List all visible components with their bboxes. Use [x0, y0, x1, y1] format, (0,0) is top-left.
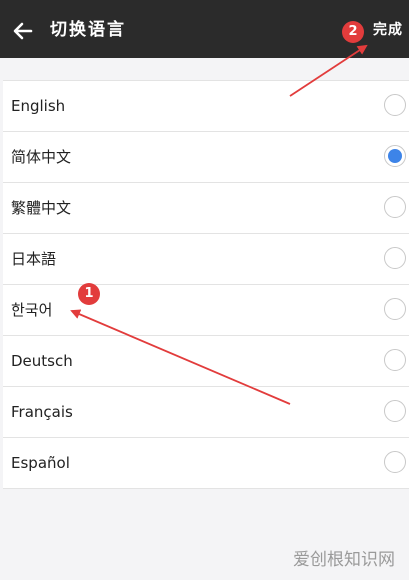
language-label: English [11, 97, 66, 115]
language-label: 한국어 [11, 301, 53, 319]
language-option-french[interactable]: Français [3, 387, 409, 438]
language-label: Français [11, 403, 73, 421]
language-label: 简体中文 [11, 148, 72, 166]
language-label: Deutsch [11, 352, 73, 370]
radio-button[interactable] [384, 247, 406, 269]
annotation-badge-1: 1 [78, 283, 100, 305]
radio-button[interactable] [384, 196, 406, 218]
language-label: Español [11, 454, 70, 472]
radio-button[interactable] [384, 451, 406, 473]
top-spacer [0, 58, 409, 80]
language-label: 繁體中文 [11, 199, 72, 217]
watermark: 爱创根知识网 [293, 550, 395, 570]
language-list: English 简体中文 繁體中文 日本語 한국어 Deutsch França… [3, 80, 409, 489]
radio-button[interactable] [384, 94, 406, 116]
language-option-german[interactable]: Deutsch [3, 336, 409, 387]
back-button[interactable] [8, 16, 38, 46]
page-title: 切换语言 [50, 20, 126, 40]
radio-button[interactable] [384, 400, 406, 422]
language-option-traditional-chinese[interactable]: 繁體中文 [3, 183, 409, 234]
arrow-left-icon [13, 22, 33, 40]
done-button[interactable]: 完成 [373, 19, 403, 41]
language-option-japanese[interactable]: 日本語 [3, 234, 409, 285]
radio-button[interactable] [384, 349, 406, 371]
language-label: 日本語 [11, 250, 57, 268]
radio-button[interactable] [384, 298, 406, 320]
radio-button-selected[interactable] [384, 145, 406, 167]
language-option-korean[interactable]: 한국어 [3, 285, 409, 336]
language-option-english[interactable]: English [3, 81, 409, 132]
language-option-spanish[interactable]: Español [3, 438, 409, 489]
language-option-simplified-chinese[interactable]: 简体中文 [3, 132, 409, 183]
annotation-badge-2: 2 [342, 21, 364, 43]
